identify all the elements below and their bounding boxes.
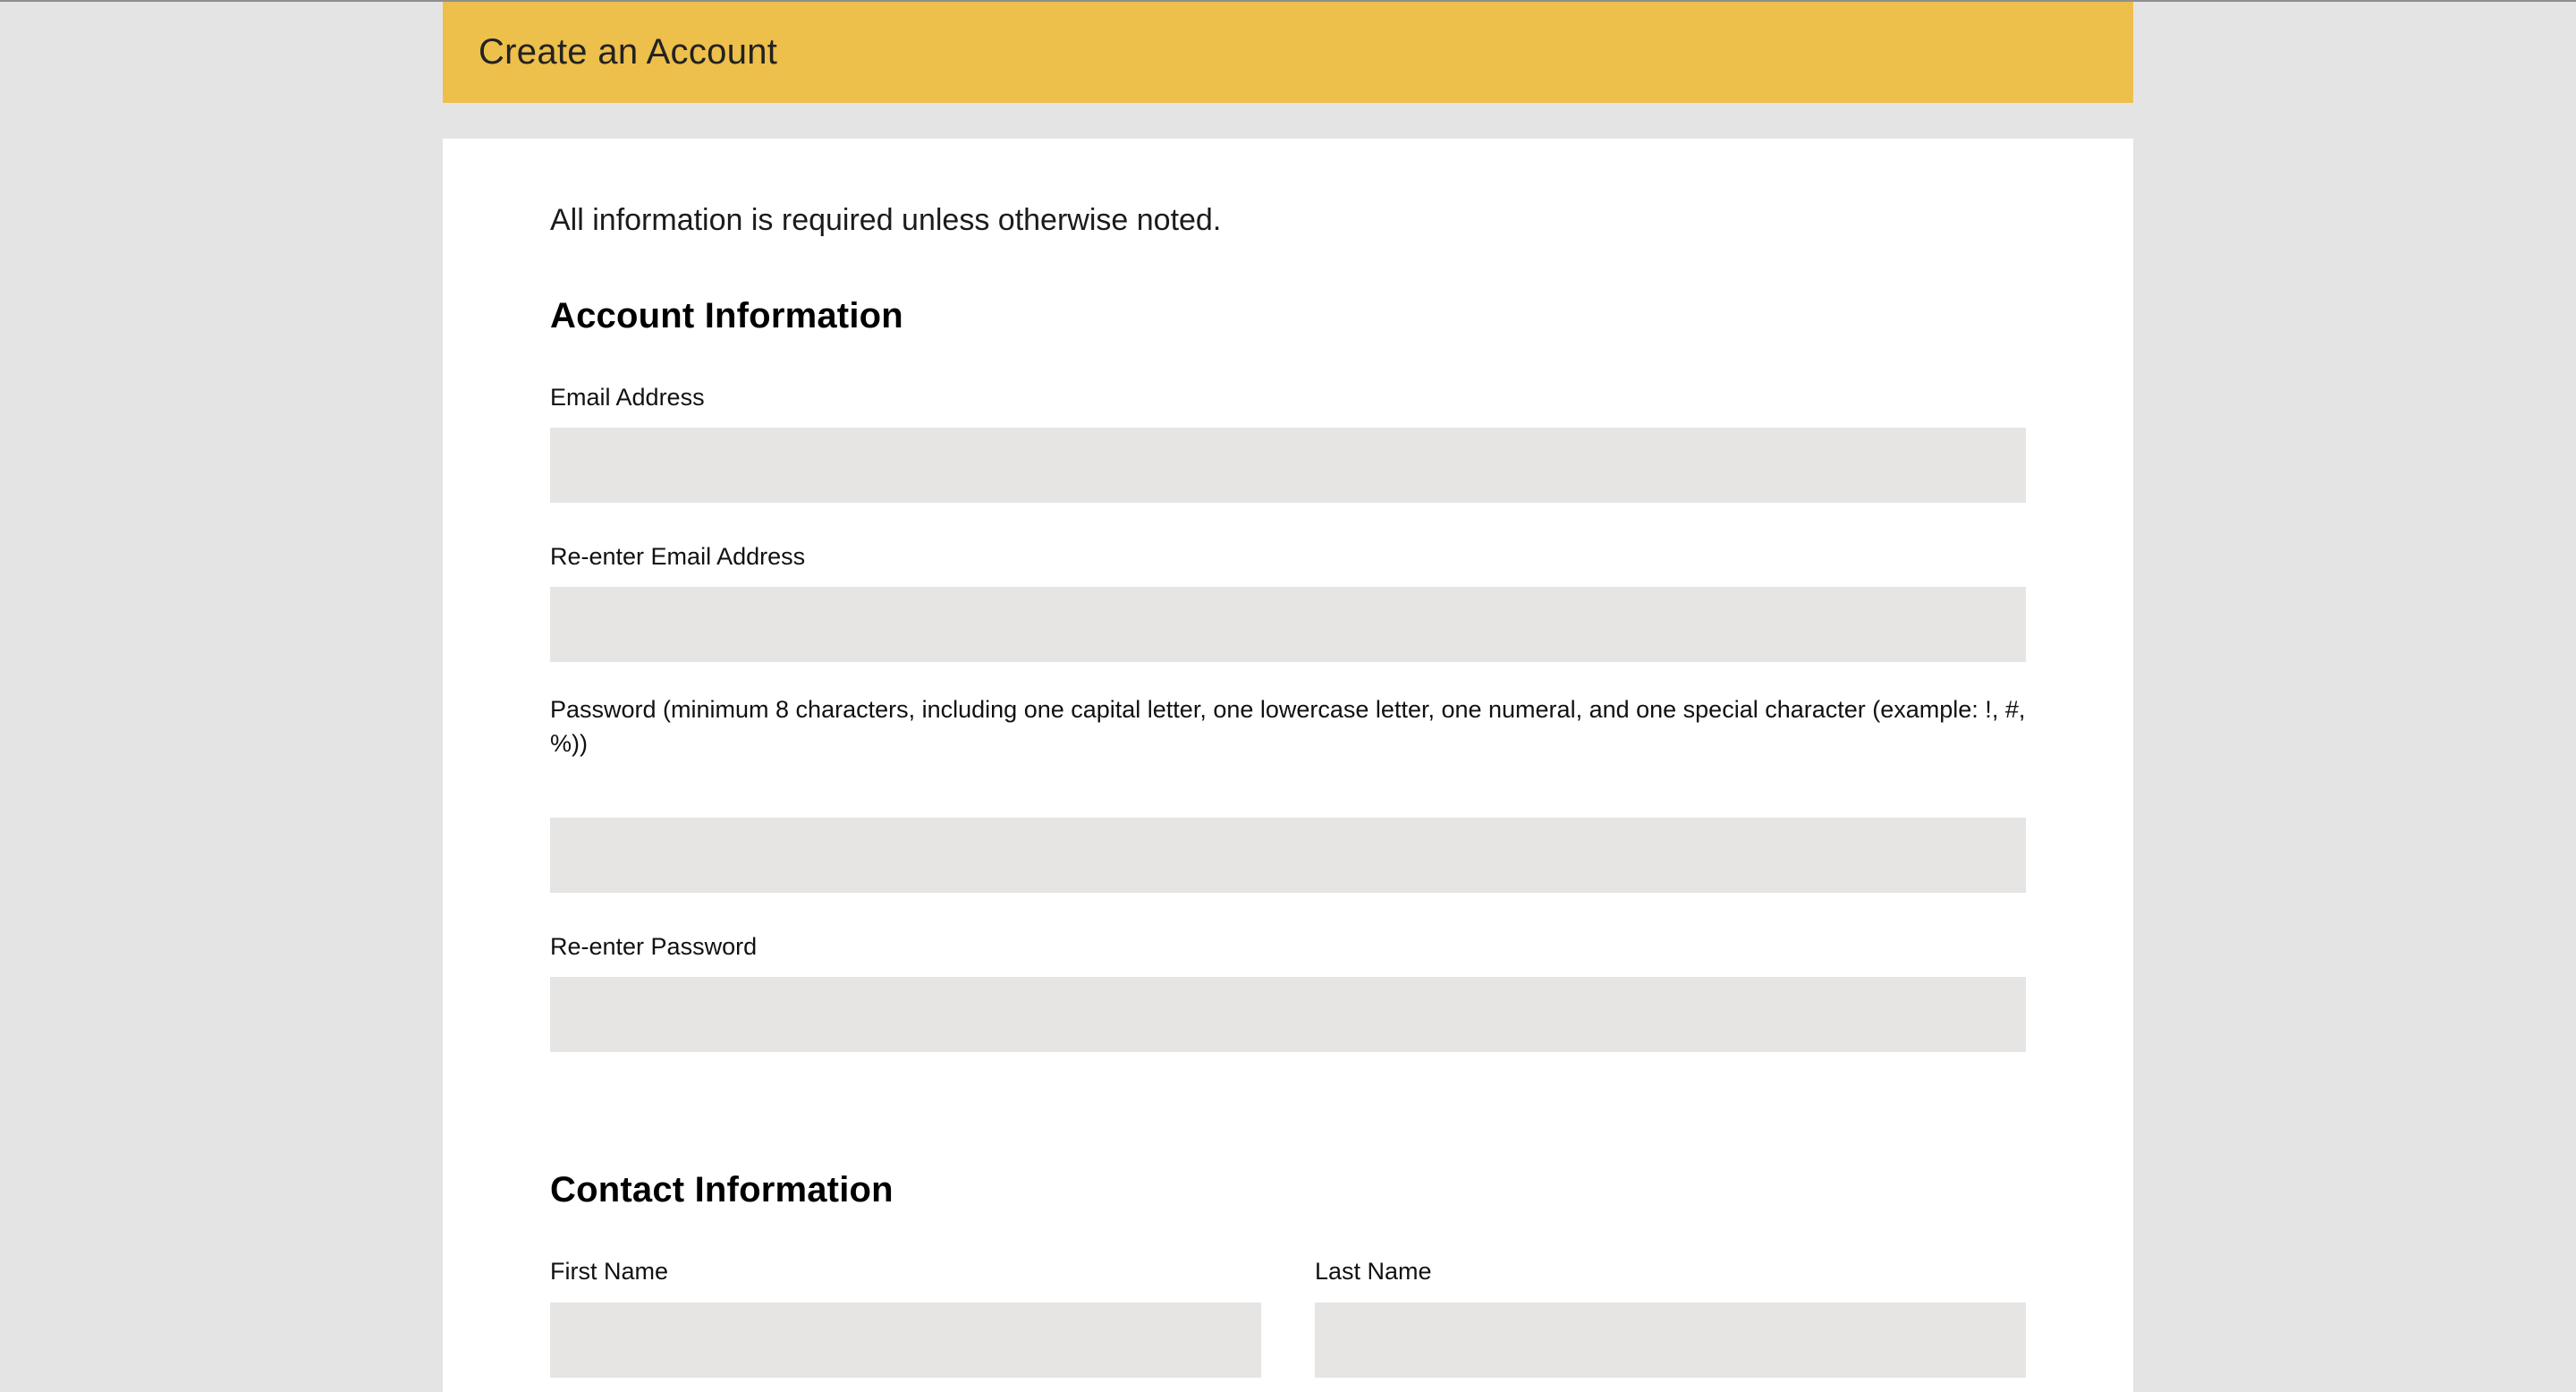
first-name-field[interactable] (550, 1303, 1261, 1378)
page-header: Create an Account (443, 2, 2133, 103)
required-info-note: All information is required unless other… (550, 203, 1222, 237)
email-confirm-field[interactable] (550, 587, 2026, 662)
last-name-field[interactable] (1315, 1303, 2026, 1378)
email-label: Email Address (550, 384, 705, 411)
email-field[interactable] (550, 428, 2026, 503)
password-confirm-label: Re-enter Password (550, 933, 758, 960)
create-account-form: All information is required unless other… (443, 139, 2133, 1392)
first-name-label: First Name (550, 1258, 669, 1285)
contact-information-heading: Contact Information (550, 1170, 894, 1210)
account-information-heading: Account Information (550, 296, 903, 335)
password-label: Password (minimum 8 characters, includin… (550, 696, 2026, 757)
email-confirm-label: Re-enter Email Address (550, 543, 806, 570)
last-name-label: Last Name (1315, 1258, 1432, 1285)
password-field[interactable] (550, 818, 2026, 893)
password-confirm-field[interactable] (550, 977, 2026, 1052)
page-title: Create an Account (479, 32, 778, 72)
